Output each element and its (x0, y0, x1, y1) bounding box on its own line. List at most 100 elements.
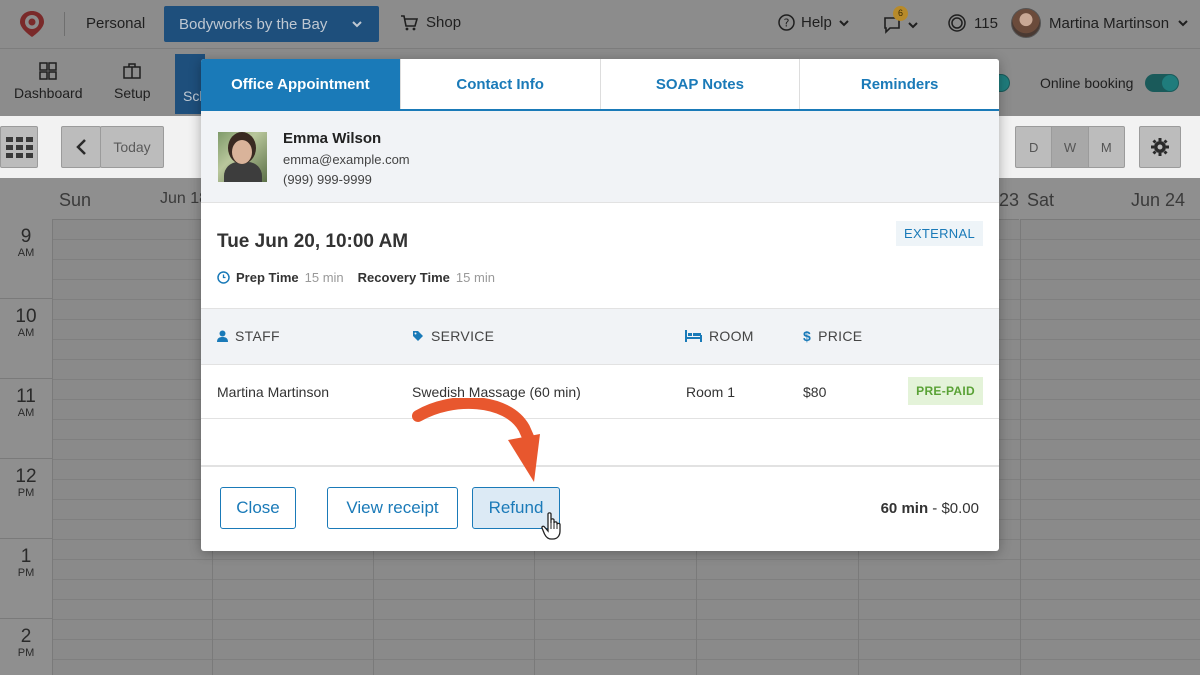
cart-icon (401, 14, 418, 30)
recovery-time-value: 15 min (455, 270, 495, 285)
user-menu[interactable]: Martina Martinson (1011, 8, 1189, 38)
help-label: Help (801, 14, 832, 31)
svg-text:?: ? (784, 17, 790, 30)
tab-reminders[interactable]: Reminders (800, 59, 999, 109)
hour-label: 11 AM (16, 386, 36, 419)
appointment-details: Tue Jun 20, 10:00 AM EXTERNAL Prep Time … (201, 203, 999, 309)
external-badge: EXTERNAL (895, 221, 983, 246)
user-name: Martina Martinson (1049, 14, 1170, 32)
room-cell: Room 1 (686, 384, 736, 400)
chevron-left-icon (76, 139, 86, 155)
appointment-total: 60 min - $0.00 (881, 500, 979, 517)
hour-gutter: 9 AM 10 AM 11 AM 12 PM 1 PM 2 PM (0, 220, 52, 675)
tab-soap-notes[interactable]: SOAP Notes (600, 59, 801, 109)
view-switcher: D W M (1015, 126, 1125, 168)
nav-divider (64, 12, 65, 36)
close-button[interactable]: Close (220, 487, 296, 529)
bed-icon (685, 330, 702, 342)
notification-badge: 6 (893, 6, 908, 21)
service-cell: Swedish Massage (60 min) (412, 384, 581, 400)
online-booking-toggle[interactable] (1145, 74, 1179, 92)
view-day-button[interactable]: D (1016, 127, 1053, 167)
total-duration: 60 min (880, 500, 929, 517)
avatar (1011, 8, 1041, 38)
gear-icon (1151, 138, 1169, 156)
prep-time-label: Prep Time (236, 270, 299, 285)
calendar-settings-button[interactable] (1139, 126, 1181, 168)
setup-button[interactable]: Setup (114, 61, 151, 101)
hour-divider (0, 298, 52, 299)
day-header-sun[interactable]: Sun Jun 18 (52, 178, 212, 220)
top-nav-bar: Personal Bodyworks by the Bay Shop ? Hel… (0, 0, 1200, 48)
recovery-time-label: Recovery Time (357, 270, 450, 285)
price-column-header: $ PRICE (803, 328, 863, 344)
modal-tabs: Office Appointment Contact Info SOAP Not… (201, 59, 999, 111)
points-count: 115 (974, 14, 998, 32)
business-selector[interactable]: Bodyworks by the Bay (164, 6, 379, 42)
calendar-grid-button[interactable] (0, 126, 38, 168)
day-header-sat[interactable]: Sat Jun 24 (1020, 178, 1200, 220)
business-name: Bodyworks by the Bay (179, 15, 328, 33)
day-date: Jun 24 (1130, 190, 1185, 210)
user-icon (217, 330, 228, 342)
view-week-button[interactable]: W (1052, 127, 1089, 167)
online-booking-label: Online booking (1040, 75, 1134, 91)
day-column[interactable] (52, 220, 212, 675)
setup-label: Setup (114, 85, 151, 101)
room-column-header: ROOM (685, 328, 754, 344)
tag-icon (413, 331, 423, 341)
briefcase-icon (123, 63, 142, 79)
help-circle-icon: ? (778, 14, 795, 31)
view-receipt-button[interactable]: View receipt (327, 487, 458, 529)
tab-office-appointment[interactable]: Office Appointment (201, 59, 401, 109)
tab-contact-info[interactable]: Contact Info (400, 59, 601, 109)
hour-divider (0, 378, 52, 379)
hour-label: 2 PM (17, 626, 35, 659)
day-date: 23 (999, 190, 1020, 210)
modal-spacer (201, 419, 999, 467)
logo-icon[interactable] (19, 10, 45, 38)
hour-divider (0, 538, 52, 539)
hour-label: 9 AM (17, 226, 35, 259)
points-coin-icon (948, 14, 966, 32)
day-column[interactable] (1020, 220, 1200, 675)
staff-cell: Martina Martinson (217, 384, 330, 400)
clock-icon (217, 271, 230, 284)
dashboard-grid-icon (39, 62, 57, 80)
appointment-modal: Office Appointment Contact Info SOAP Not… (201, 59, 999, 551)
shop-label: Shop (426, 14, 462, 31)
shop-link[interactable]: Shop (400, 14, 461, 31)
day-header-fri[interactable]: 23 (999, 178, 1019, 220)
chevron-down-icon (839, 19, 849, 26)
help-menu[interactable]: ? Help (778, 14, 850, 31)
staff-column-header: STAFF (217, 328, 280, 344)
client-name: Emma Wilson (283, 130, 382, 147)
total-amount: - $0.00 (928, 500, 979, 517)
client-avatar (218, 132, 267, 182)
table-row[interactable]: Martina Martinson Swedish Massage (60 mi… (201, 365, 999, 419)
chevron-down-icon (1178, 20, 1188, 27)
client-phone: (999) 999-9999 (283, 172, 372, 187)
prep-time-value: 15 min (304, 270, 344, 285)
previous-week-button[interactable] (61, 126, 101, 168)
prep-recovery-times: Prep Time 15 min Recovery Time 15 min (217, 270, 503, 285)
day-name: Sun (59, 190, 92, 210)
messages-menu[interactable]: 6 (880, 6, 920, 36)
client-email: emma@example.com (283, 152, 410, 167)
chevron-down-icon (352, 21, 362, 28)
today-button[interactable]: Today (100, 126, 164, 168)
day-name: Sat (1027, 190, 1055, 210)
view-month-button[interactable]: M (1089, 127, 1124, 167)
hour-divider (0, 458, 52, 459)
dashboard-button[interactable]: Dashboard (14, 61, 83, 101)
hour-label: 1 PM (17, 546, 35, 579)
hour-label: 12 PM (15, 466, 37, 499)
chevron-down-icon (908, 22, 918, 29)
personal-link[interactable]: Personal (86, 15, 145, 32)
points-indicator[interactable]: 115 (948, 14, 998, 32)
client-card: Emma Wilson emma@example.com (999) 999-9… (201, 111, 999, 203)
dollar-icon: $ (803, 328, 812, 344)
service-column-header: SERVICE (412, 328, 494, 344)
hour-label: 10 AM (15, 306, 37, 339)
dashboard-label: Dashboard (14, 85, 83, 101)
